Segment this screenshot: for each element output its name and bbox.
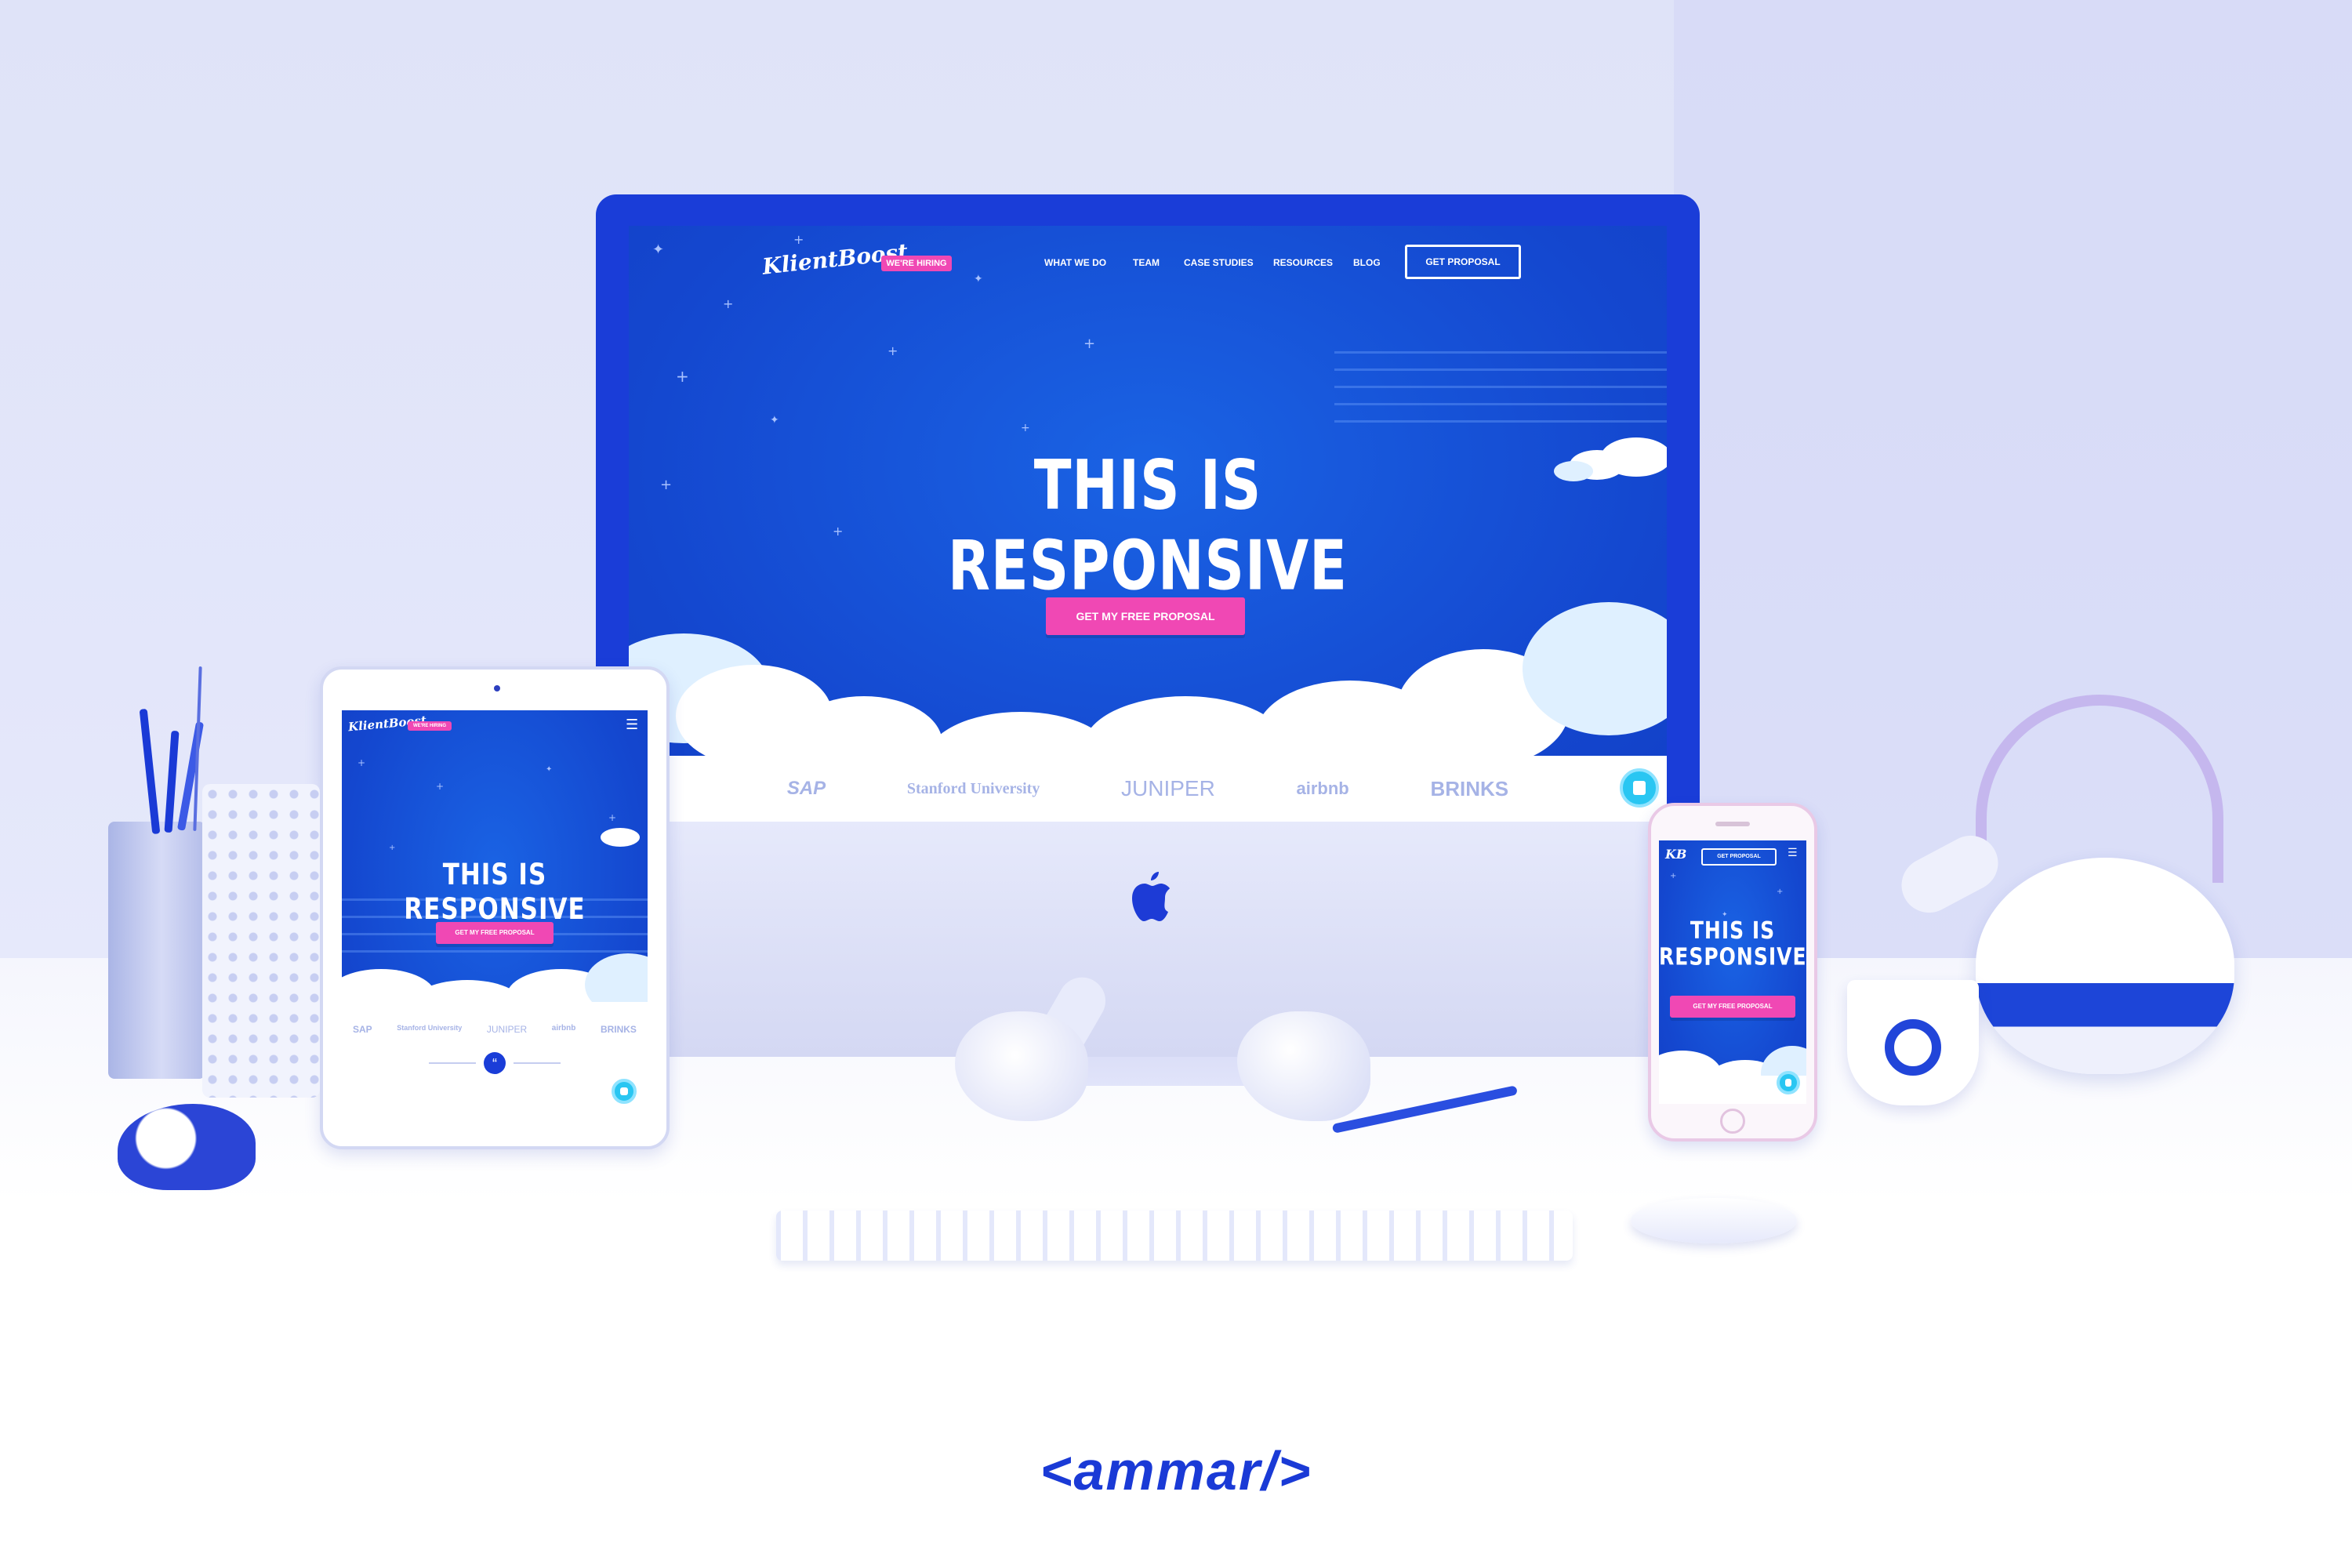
star-icon: +	[1083, 336, 1096, 352]
teapot	[1976, 858, 2234, 1074]
client-logos: SAP Stanford University JUNIPER airbnb B…	[629, 756, 1667, 822]
hiring-badge[interactable]: WE'RE HIRING	[881, 256, 952, 271]
divider-line	[514, 1062, 561, 1064]
star-icon: ✦	[652, 241, 665, 258]
star-icon: ✦	[546, 765, 553, 774]
keyboard	[776, 1210, 1573, 1261]
ipad: + + ✦ + + KlientBoost WE'RE HIRING ☰ THI…	[320, 666, 670, 1149]
client-logo-sap: SAP	[786, 778, 826, 799]
get-proposal-button[interactable]: GET PROPOSAL	[1701, 848, 1777, 866]
star-icon: +	[1021, 422, 1030, 434]
hero-title: THIS IS RESPONSIVE	[948, 445, 1348, 606]
star-icon: +	[676, 367, 689, 386]
star-icon: +	[1670, 872, 1677, 880]
hero-title: THIS IS RESPONSIVE	[404, 858, 586, 927]
free-proposal-button[interactable]: GET MY FREE PROPOSAL	[436, 922, 554, 944]
iphone: + + ✦ KB GET PROPOSAL ☰ THIS IS RESPONSI…	[1648, 803, 1817, 1142]
free-proposal-button[interactable]: GET MY FREE PROPOSAL	[1670, 996, 1795, 1018]
nav-what-we-do[interactable]: WHAT WE DO	[1044, 257, 1106, 268]
nav-blog[interactable]: BLOG	[1353, 257, 1381, 268]
star-icon: +	[887, 343, 898, 358]
star-icon: ✦	[770, 414, 779, 426]
client-logos: SAP Stanford University JUNIPER airbnb B…	[342, 1002, 648, 1110]
star-icon: +	[358, 757, 366, 768]
apple-logo-icon	[1132, 872, 1170, 921]
star-icon: ✦	[974, 273, 983, 285]
ipad-camera	[494, 685, 500, 691]
imac-chin	[596, 822, 1700, 1057]
iphone-screen: + + ✦ KB GET PROPOSAL ☰ THIS IS RESPONSI…	[1659, 840, 1806, 1104]
client-logo-juniper: JUNIPER	[486, 1024, 528, 1035]
pen-holder	[108, 822, 205, 1079]
nav-resources[interactable]: RESOURCES	[1273, 257, 1333, 268]
testimonial-divider: “	[429, 1052, 561, 1074]
nav-team[interactable]: TEAM	[1133, 257, 1160, 268]
chat-widget-button[interactable]	[1620, 768, 1659, 808]
client-logo-airbnb: airbnb	[1296, 779, 1349, 798]
client-logo-stanford: Stanford University	[397, 1024, 463, 1032]
get-proposal-button[interactable]: GET PROPOSAL	[1405, 245, 1521, 279]
star-icon: +	[436, 781, 445, 792]
quote-icon: “	[484, 1052, 506, 1074]
dotted-cup	[202, 784, 320, 1098]
star-icon: +	[660, 477, 673, 493]
ipad-screen: + + ✦ + + KlientBoost WE'RE HIRING ☰ THI…	[342, 710, 648, 1110]
client-logo-juniper: JUNIPER	[1121, 776, 1215, 800]
client-logo-brinks: BRINKS	[600, 1024, 637, 1035]
nav-case-studies[interactable]: CASE STUDIES	[1184, 257, 1254, 268]
client-logo-airbnb: airbnb	[551, 1024, 576, 1033]
iphone-home-button	[1720, 1109, 1745, 1134]
client-logo-brinks: BRINKS	[1430, 776, 1509, 800]
decor-lines	[1334, 351, 1667, 437]
author-signature: <ammar/>	[1040, 1440, 1312, 1501]
hiring-badge[interactable]: WE'RE HIRING	[408, 721, 452, 731]
star-icon: +	[1777, 887, 1784, 896]
iphone-speaker	[1715, 822, 1750, 826]
star-icon: +	[608, 812, 617, 823]
chat-widget-button[interactable]	[1777, 1071, 1800, 1094]
divider-line	[429, 1062, 476, 1064]
hero-title-line1: THIS IS	[1690, 916, 1776, 944]
cloud	[1554, 461, 1593, 481]
hamburger-menu-icon[interactable]: ☰	[626, 717, 638, 733]
star-icon: +	[793, 232, 804, 247]
hero-title: THIS IS RESPONSIVE	[1659, 917, 1806, 970]
flower-pattern-icon	[1885, 1019, 1941, 1076]
client-logo-sap: SAP	[353, 1024, 372, 1035]
mouse	[1631, 1198, 1797, 1243]
star-icon: +	[723, 296, 734, 311]
client-logo-row: SAP Stanford University JUNIPER airbnb B…	[353, 1024, 637, 1035]
free-proposal-button[interactable]: GET MY FREE PROPOSAL	[1046, 597, 1245, 635]
chat-widget-button[interactable]	[612, 1079, 637, 1104]
star-icon: +	[389, 844, 396, 852]
hamburger-menu-icon[interactable]: ☰	[1788, 847, 1798, 859]
hero-title-line2: RESPONSIVE	[1659, 942, 1806, 971]
klientboost-logo-short[interactable]: KB	[1665, 847, 1686, 862]
imac-screen: ✦ + + + ✦ + + ✦ + + + + ✦ KlientBoost WE…	[629, 226, 1667, 822]
imac: ✦ + + + ✦ + + ✦ + + + + ✦ KlientBoost WE…	[596, 194, 1700, 1057]
client-logo-stanford: Stanford University	[906, 779, 1040, 797]
cloud	[601, 828, 640, 847]
